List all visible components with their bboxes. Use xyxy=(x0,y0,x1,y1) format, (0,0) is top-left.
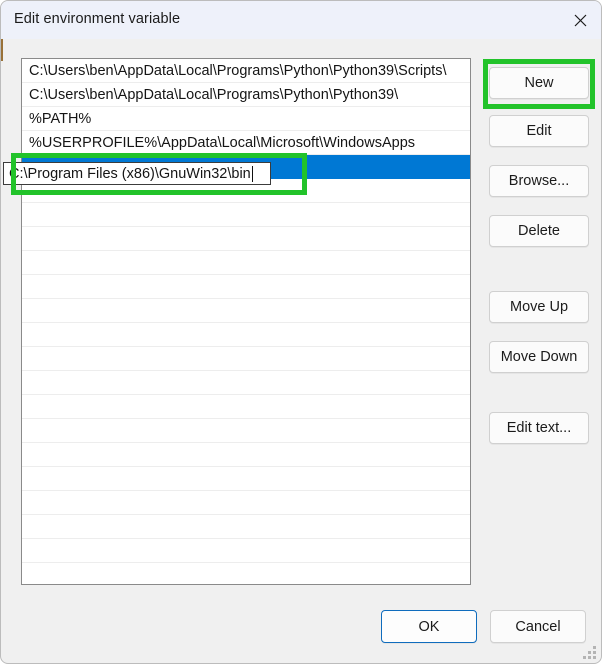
edit-text-button[interactable]: Edit text... xyxy=(489,412,589,444)
list-item-empty[interactable] xyxy=(22,347,470,371)
cancel-button[interactable]: Cancel xyxy=(490,610,586,643)
list-item-empty[interactable] xyxy=(22,371,470,395)
edit-button[interactable]: Edit xyxy=(489,115,589,147)
ok-button[interactable]: OK xyxy=(381,610,477,643)
list-item-empty[interactable] xyxy=(22,323,470,347)
browse-button[interactable]: Browse... xyxy=(489,165,589,197)
edit-environment-variable-dialog: Edit environment variable C:\Users\ben\A… xyxy=(0,0,602,664)
list-item-empty[interactable] xyxy=(22,299,470,323)
list-item-empty[interactable] xyxy=(22,419,470,443)
resize-grip[interactable] xyxy=(583,646,596,659)
close-button[interactable] xyxy=(557,1,601,39)
new-button[interactable]: New xyxy=(489,67,589,99)
list-item-empty[interactable] xyxy=(22,227,470,251)
list-item-empty[interactable] xyxy=(22,395,470,419)
text-caret xyxy=(251,165,253,182)
list-item-empty[interactable] xyxy=(22,203,470,227)
page-title: Edit environment variable xyxy=(14,11,181,27)
list-item-empty[interactable] xyxy=(22,251,470,275)
inline-path-edit-value: C:\Program Files (x86)\GnuWin32\bin xyxy=(9,165,251,182)
path-list[interactable]: C:\Users\ben\AppData\Local\Programs\Pyth… xyxy=(21,58,471,585)
move-up-button[interactable]: Move Up xyxy=(489,291,589,323)
list-item-empty[interactable] xyxy=(22,539,470,563)
close-icon xyxy=(574,14,587,27)
list-item[interactable]: %PATH% xyxy=(22,107,470,131)
list-item[interactable]: C:\Users\ben\AppData\Local\Programs\Pyth… xyxy=(22,59,470,83)
list-item-empty[interactable] xyxy=(22,491,470,515)
list-item-empty[interactable] xyxy=(22,563,470,584)
list-item-empty[interactable] xyxy=(22,515,470,539)
list-item-empty[interactable] xyxy=(22,275,470,299)
list-item[interactable]: C:\Users\ben\AppData\Local\Programs\Pyth… xyxy=(22,83,470,107)
delete-button[interactable]: Delete xyxy=(489,215,589,247)
move-down-button[interactable]: Move Down xyxy=(489,341,589,373)
inline-path-edit-input[interactable]: C:\Program Files (x86)\GnuWin32\bin xyxy=(3,162,271,185)
list-item-empty[interactable] xyxy=(22,467,470,491)
title-bar[interactable]: Edit environment variable xyxy=(1,1,601,39)
list-item-empty[interactable] xyxy=(22,443,470,467)
list-item[interactable]: %USERPROFILE%\AppData\Local\Microsoft\Wi… xyxy=(22,131,470,155)
